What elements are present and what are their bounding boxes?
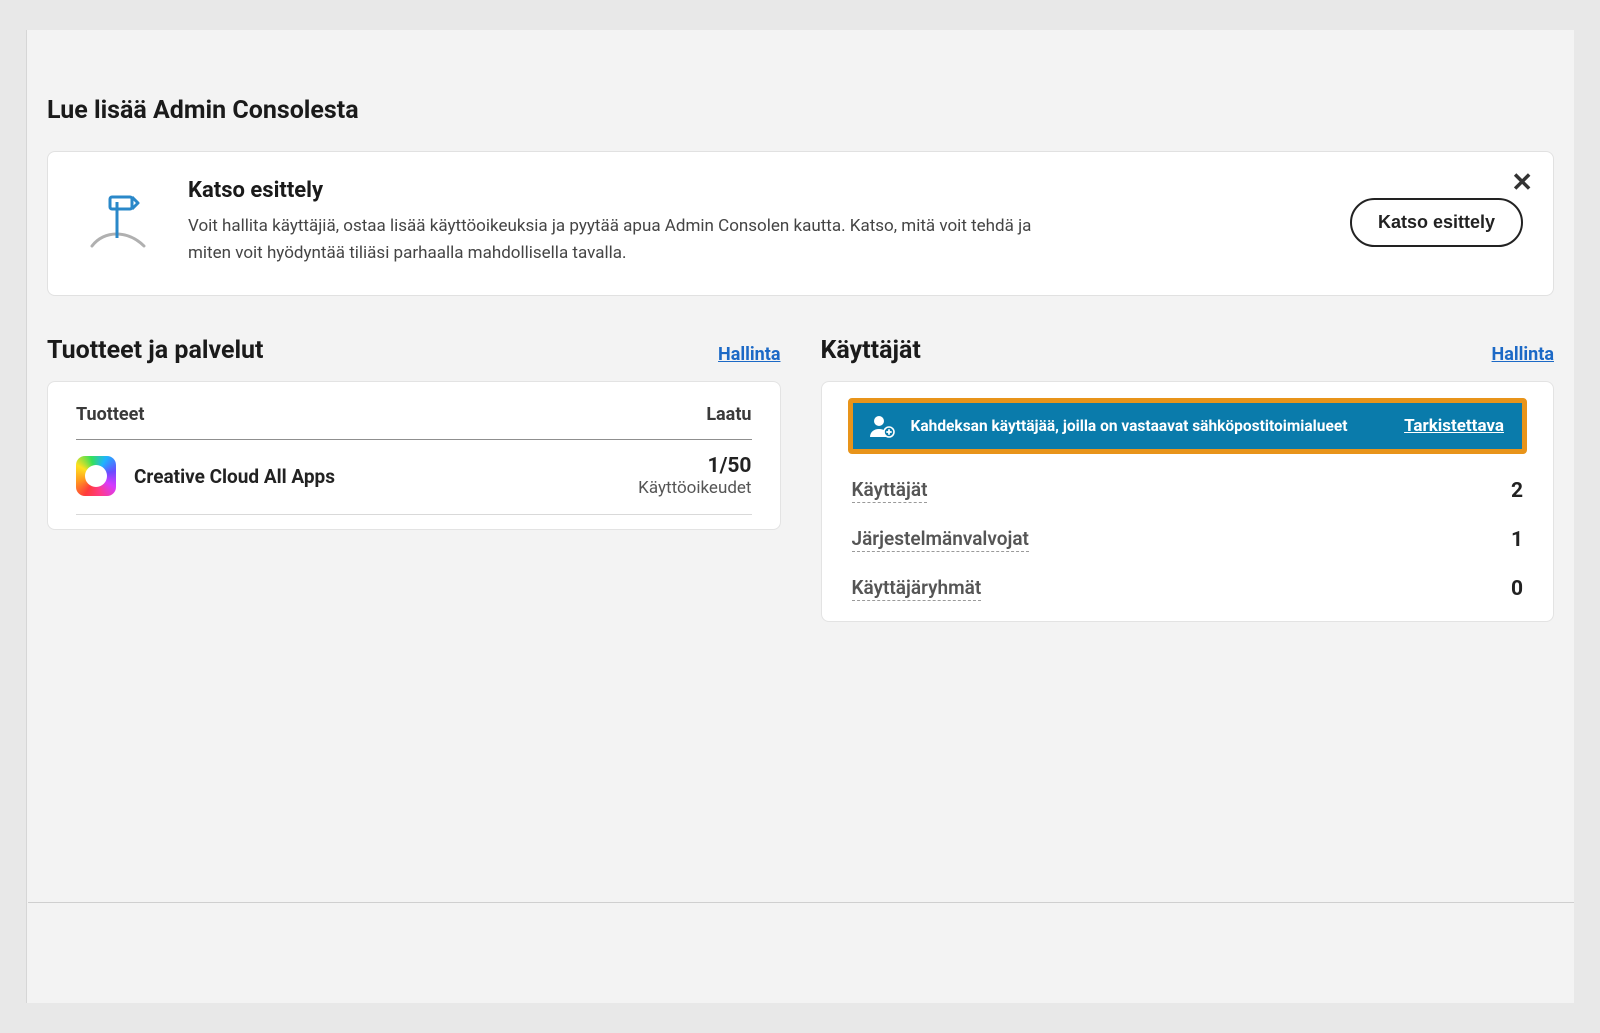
users-manage-link[interactable]: Hallinta [1492,344,1554,365]
admin-console-overview: Lue lisää Admin Consolesta Katso esittel… [26,30,1574,1003]
users-count-link[interactable]: Käyttäjät [852,478,928,503]
admins-count-link[interactable]: Järjestelmänvalvojat [852,527,1029,552]
col-products-label: Tuotteet [76,404,144,425]
users-panel: Kahdeksan käyttäjää, joilla on vastaavat… [821,381,1555,622]
users-column: Käyttäjät Hallinta [821,336,1555,622]
review-banner: Kahdeksan käyttäjää, joilla on vastaavat… [853,403,1523,449]
col-quality-label: Laatu [706,404,751,425]
products-manage-link[interactable]: Hallinta [718,344,780,365]
products-title: Tuotteet ja palvelut [47,336,264,365]
intro-text: Katso esittely Voit hallita käyttäjiä, o… [188,178,1320,267]
product-license-count: 1/50 [638,454,751,478]
learn-more-heading: Lue lisää Admin Consolesta [47,96,1554,125]
products-column: Tuotteet ja palvelut Hallinta Tuotteet L… [47,336,781,622]
products-table-head: Tuotteet Laatu [76,404,752,440]
groups-stat-row: Käyttäjäryhmät 0 [848,564,1528,613]
watch-intro-button[interactable]: Katso esittely [1350,198,1523,247]
admins-stat-row: Järjestelmänvalvojat 1 [848,515,1528,564]
product-row[interactable]: Creative Cloud All Apps 1/50 Käyttöoikeu… [76,440,752,515]
product-license-label: Käyttöoikeudet [638,478,751,498]
review-banner-link[interactable]: Tarkistettava [1404,416,1508,436]
admins-count-value: 1 [1511,528,1523,552]
footer-divider [28,902,1574,903]
user-plus-icon [867,411,897,441]
signpost-icon [78,194,158,252]
users-stat-row: Käyttäjät 2 [848,466,1528,515]
groups-count-link[interactable]: Käyttäjäryhmät [852,576,982,601]
intro-body: Voit hallita käyttäjiä, ostaa lisää käyt… [188,213,1048,267]
product-name: Creative Cloud All Apps [134,465,335,488]
review-banner-highlight: Kahdeksan käyttäjää, joilla on vastaavat… [848,398,1528,454]
close-icon[interactable]: ✕ [1511,170,1533,196]
users-title: Käyttäjät [821,336,921,365]
intro-title: Katso esittely [188,178,1320,203]
groups-count-value: 0 [1511,577,1523,601]
intro-card: Katso esittely Voit hallita käyttäjiä, o… [47,151,1554,296]
products-panel: Tuotteet Laatu Creative Cloud All Apps 1… [47,381,781,530]
users-count-value: 2 [1511,479,1523,503]
creative-cloud-icon [76,456,116,496]
review-banner-text: Kahdeksan käyttäjää, joilla on vastaavat… [911,416,1391,437]
